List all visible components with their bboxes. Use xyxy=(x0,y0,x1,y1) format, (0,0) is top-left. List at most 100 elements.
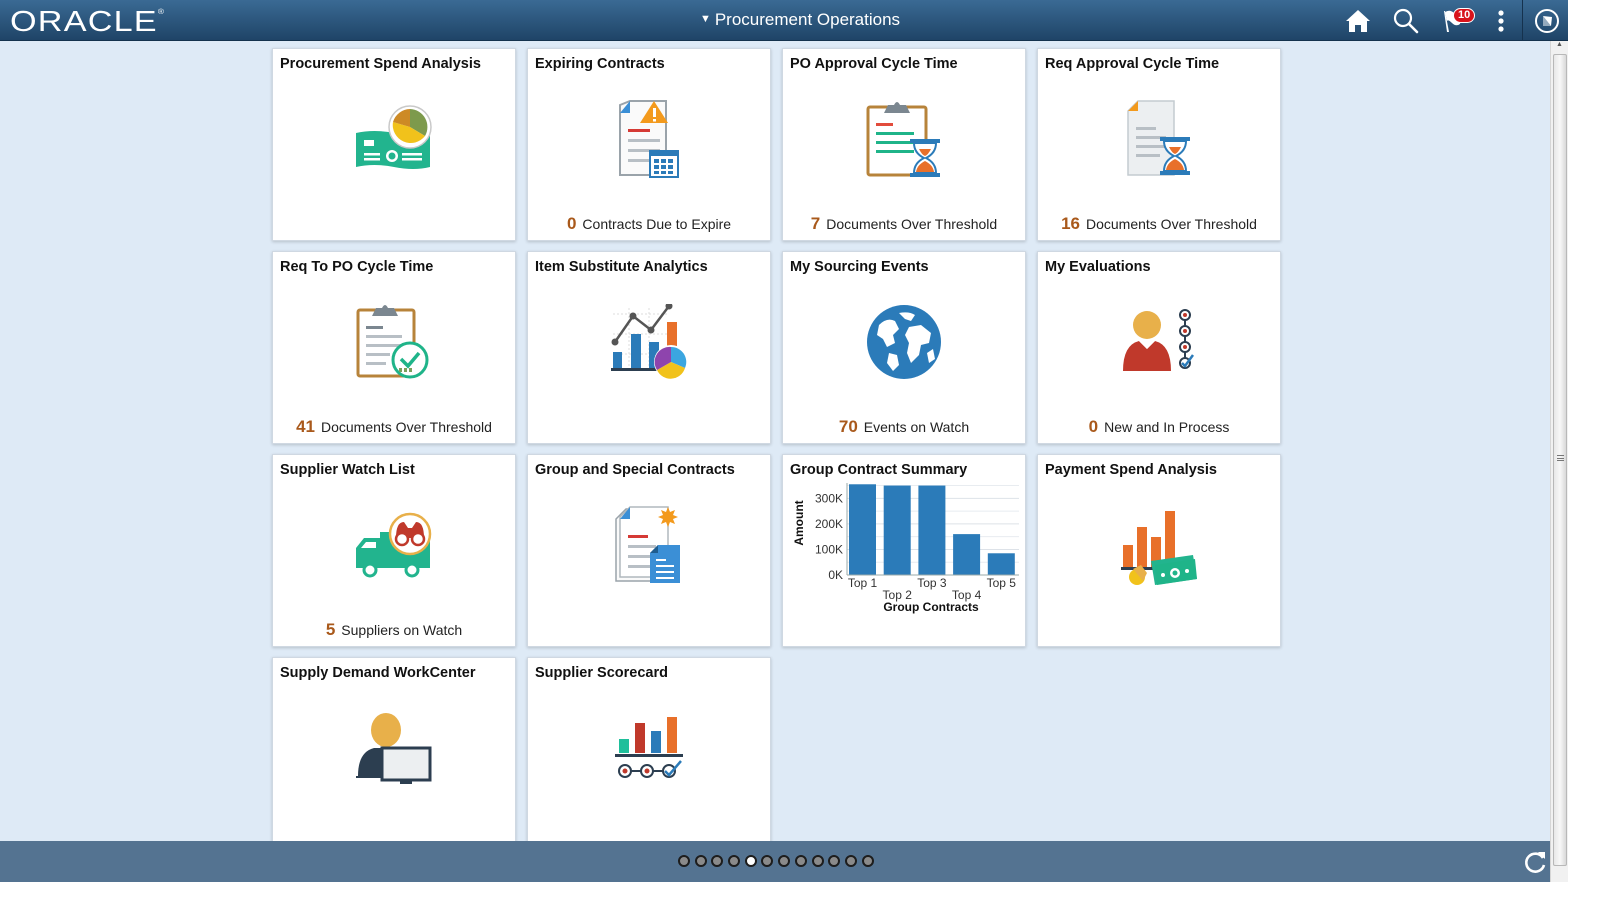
metric-label: Documents Over Threshold xyxy=(320,419,492,435)
page-dot-7[interactable] xyxy=(778,855,791,867)
analytics-chart-icon xyxy=(611,304,688,379)
tile-expiring-contracts[interactable]: Expiring Contracts 0 Contracts Due to Exp… xyxy=(527,48,771,241)
tile-title: Supplier Scorecard xyxy=(535,665,668,681)
x-axis-label: Group Contracts xyxy=(883,600,979,614)
page-dot-12[interactable] xyxy=(861,855,874,867)
tile-group-and-special-contracts[interactable]: Group and Special Contracts xyxy=(527,454,771,647)
page-dot-3[interactable] xyxy=(711,855,724,867)
scroll-grip-icon xyxy=(1557,455,1564,461)
page-dot-2[interactable] xyxy=(694,855,707,867)
actions-menu-button[interactable] xyxy=(1486,6,1516,36)
tile-metric: 0 New and In Process xyxy=(1038,417,1280,437)
tile-title: PO Approval Cycle Time xyxy=(790,56,958,72)
metric-count: 16 xyxy=(1061,214,1080,233)
metric-count: 5 xyxy=(325,620,336,639)
notification-count-badge: 10 xyxy=(1453,8,1476,23)
document-hourglass-icon xyxy=(1127,100,1190,176)
metric-count: 41 xyxy=(296,417,315,436)
metric-label: Suppliers on Watch xyxy=(341,622,463,638)
page-dot-10[interactable] xyxy=(828,855,841,867)
bar-top-2[interactable] xyxy=(883,485,911,575)
metric-label: New and In Process xyxy=(1104,419,1230,435)
metric-label: Documents Over Threshold xyxy=(1085,216,1257,232)
actions-menu-icon xyxy=(1498,10,1504,32)
scorecard-icon xyxy=(615,717,683,778)
tile-metric: 0 Contracts Due to Expire xyxy=(528,214,770,234)
footer-bar xyxy=(0,841,1550,882)
bar-top-1[interactable] xyxy=(849,484,876,575)
tile-procurement-spend-analysis[interactable]: Procurement Spend Analysis xyxy=(272,48,516,241)
tile-title: Procurement Spend Analysis xyxy=(280,56,481,72)
tile-req-to-po-cycle-time[interactable]: Req To PO Cycle Time 41 Documents Over Th… xyxy=(272,251,516,444)
metric-label: Documents Over Threshold xyxy=(826,216,998,232)
tile-metric: 16 Documents Over Threshold xyxy=(1038,214,1280,234)
tile-item-substitute-analytics[interactable]: Item Substitute Analytics xyxy=(527,251,771,444)
refresh-button[interactable] xyxy=(1522,849,1548,880)
home-button[interactable] xyxy=(1343,6,1373,36)
metric-count: 0 xyxy=(1088,417,1099,436)
window-bottom-edge xyxy=(0,882,1600,900)
bar-top-4[interactable] xyxy=(953,534,981,575)
banner: ORACLE® ▼ Procurement Operations 10 xyxy=(0,0,1600,41)
tile-supplier-watch-list[interactable]: Supplier Watch List 5 Suppliers on Watch xyxy=(272,454,516,647)
x-tick-label: Top 5 xyxy=(987,576,1017,590)
tile-supply-demand-workcenter[interactable]: Supply Demand WorkCenter xyxy=(272,657,516,850)
page-dot-4[interactable] xyxy=(728,855,741,867)
payment-chart-icon xyxy=(1121,511,1197,585)
tile-title: Group and Special Contracts xyxy=(535,462,735,478)
vertical-scrollbar[interactable]: ▲ xyxy=(1550,41,1568,882)
expiring-contract-icon xyxy=(619,100,679,178)
tile-title: Payment Spend Analysis xyxy=(1045,462,1217,478)
tile-supplier-scorecard[interactable]: Supplier Scorecard xyxy=(527,657,771,850)
tile-po-approval-cycle-time[interactable]: PO Approval Cycle Time 7 Documents Over T… xyxy=(782,48,1026,241)
search-button[interactable] xyxy=(1391,6,1421,36)
evaluation-person-icon xyxy=(1123,309,1195,371)
page-dot-9[interactable] xyxy=(811,855,824,867)
contract-documents-icon xyxy=(615,506,680,583)
bar-top-5[interactable] xyxy=(987,553,1015,575)
y-tick-label: 300K xyxy=(815,491,843,505)
tile-title: Supply Demand WorkCenter xyxy=(280,665,476,681)
tile-payment-spend-analysis[interactable]: Payment Spend Analysis xyxy=(1037,454,1281,647)
truck-binoculars-icon xyxy=(356,512,432,578)
page-dot-11[interactable] xyxy=(844,855,857,867)
metric-label: Events on Watch xyxy=(863,419,970,435)
page-dot-1[interactable] xyxy=(678,855,690,867)
scroll-up-arrow-icon[interactable]: ▲ xyxy=(1551,41,1568,54)
metric-count: 70 xyxy=(838,417,858,436)
clipboard-hourglass-icon xyxy=(866,102,940,177)
y-tick-label: 200K xyxy=(815,517,843,531)
navbar-button[interactable] xyxy=(1532,6,1562,36)
tile-title: My Evaluations xyxy=(1045,259,1151,275)
tile-my-evaluations[interactable]: My Evaluations 0 New and In Process xyxy=(1037,251,1281,444)
y-tick-label: 100K xyxy=(815,542,843,556)
tile-title: Supplier Watch List xyxy=(280,462,415,478)
search-icon xyxy=(1393,8,1419,34)
navbar-compass-icon xyxy=(1535,9,1559,33)
refresh-icon xyxy=(1525,852,1546,873)
metric-label: Contracts Due to Expire xyxy=(582,216,732,232)
x-tick-label: Top 1 xyxy=(848,576,878,590)
tile-group-contract-summary[interactable]: Group Contract Summary Amount 0K 100K 200K… xyxy=(782,454,1026,647)
x-tick-label: Top 3 xyxy=(917,576,947,590)
tile-metric: 41 Documents Over Threshold xyxy=(273,417,515,437)
tile-my-sourcing-events[interactable]: My Sourcing Events 70 Events on Watch xyxy=(782,251,1026,444)
tile-title: My Sourcing Events xyxy=(790,259,929,275)
tile-title: Req To PO Cycle Time xyxy=(280,259,434,275)
tile-metric: 5 Suppliers on Watch xyxy=(273,620,515,640)
caret-down-icon: ▼ xyxy=(699,13,711,25)
scroll-thumb[interactable] xyxy=(1553,54,1567,866)
bar-top-3[interactable] xyxy=(918,485,946,575)
clipboard-check-icon xyxy=(356,305,429,379)
page-dot-6[interactable] xyxy=(761,855,774,867)
notifications-button[interactable]: 10 xyxy=(1438,6,1476,36)
page-dot-5[interactable] xyxy=(744,855,757,867)
tile-req-approval-cycle-time[interactable]: Req Approval Cycle Time 16 Documents Over… xyxy=(1037,48,1281,241)
header-divider xyxy=(1522,0,1523,41)
page-dot-8[interactable] xyxy=(794,855,807,867)
tile-title: Expiring Contracts xyxy=(535,56,665,72)
person-monitor-icon xyxy=(356,713,432,784)
metric-count: 0 xyxy=(566,214,577,233)
tile-metric: 70 Events on Watch xyxy=(783,417,1025,437)
window-edge xyxy=(1568,0,1600,900)
